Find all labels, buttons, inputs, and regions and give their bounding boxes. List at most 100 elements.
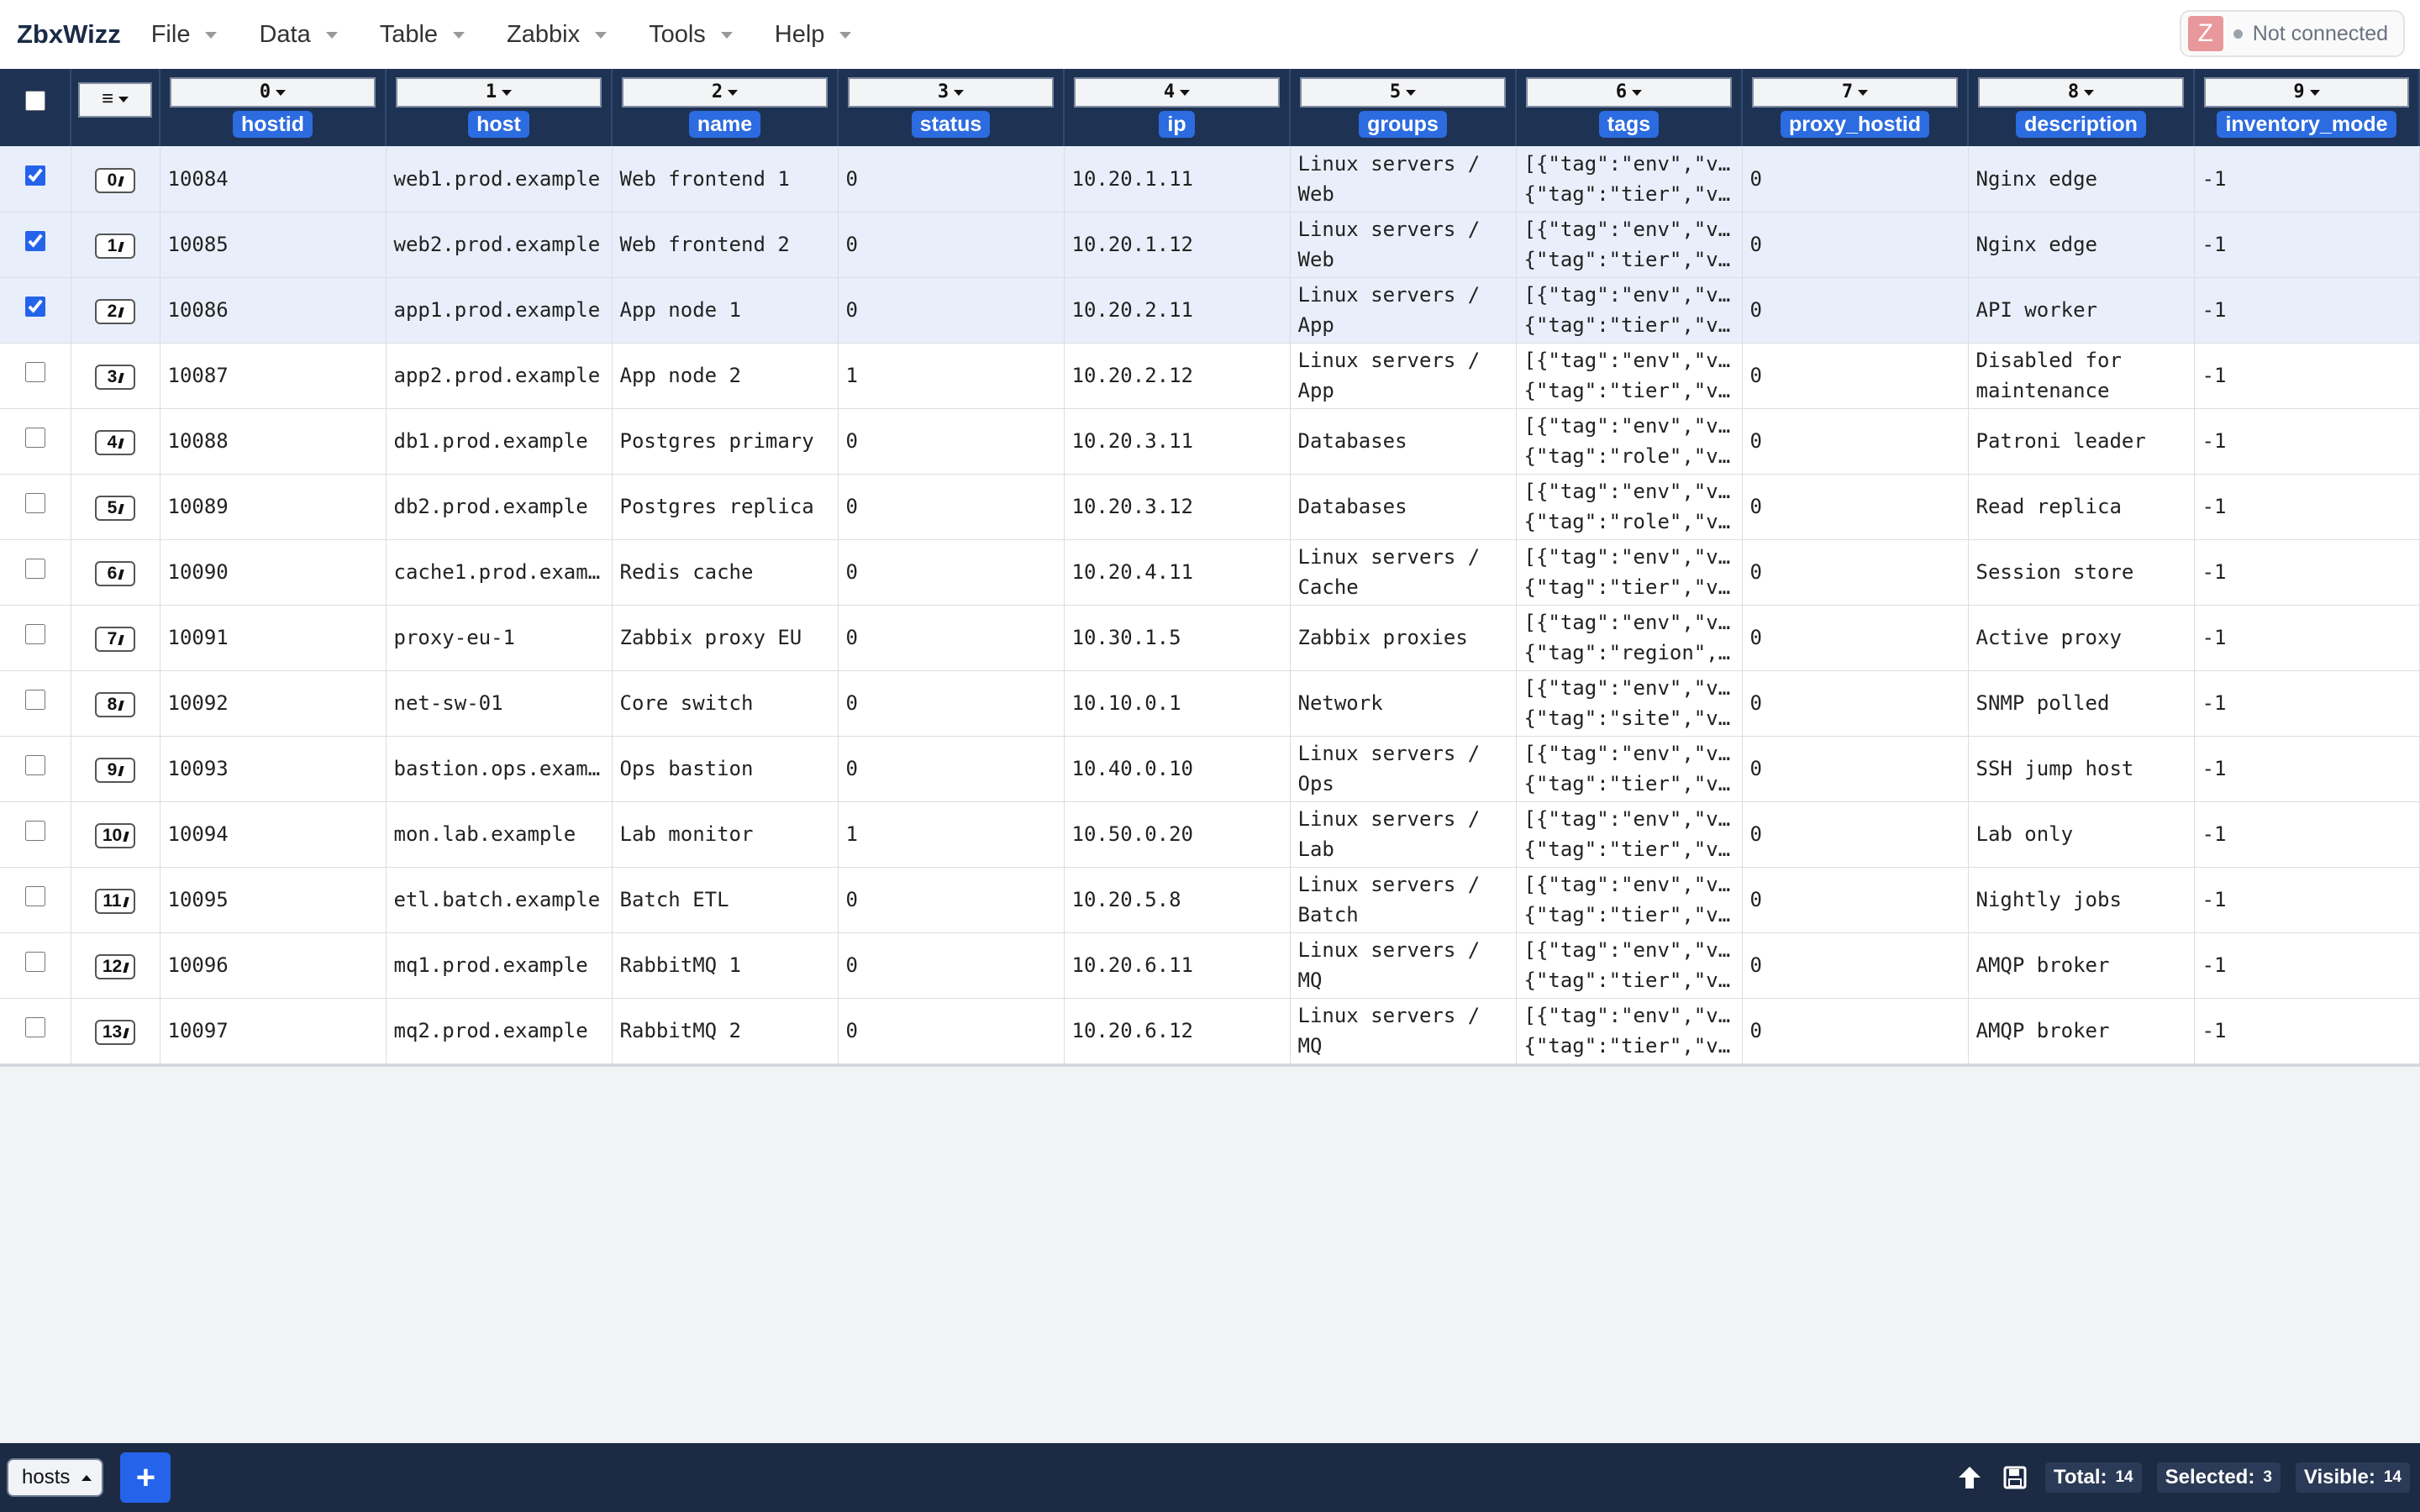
cell-status[interactable]: 0 bbox=[838, 408, 1065, 475]
row-index-button[interactable]: 8 bbox=[95, 692, 135, 717]
cell-hostid[interactable]: 10090 bbox=[160, 539, 387, 606]
row-index-button[interactable]: 2 bbox=[95, 299, 135, 324]
sheet-tab-hosts[interactable]: hosts bbox=[7, 1458, 104, 1497]
row-index-button[interactable]: 4 bbox=[95, 430, 135, 455]
column-menu-button[interactable]: 9 bbox=[2203, 77, 2410, 108]
cell-description[interactable]: Nginx edge bbox=[1968, 212, 2195, 278]
cell-groups[interactable]: Linux servers / Ops bbox=[1290, 736, 1517, 802]
cell-host[interactable]: web1.prod.example bbox=[386, 146, 613, 213]
cell-tags[interactable]: [{"tag":"env","v… {"tag":"tier","v… bbox=[1516, 146, 1743, 213]
cell-status[interactable]: 0 bbox=[838, 998, 1065, 1064]
cell-tags[interactable]: [{"tag":"env","v… {"tag":"tier","v… bbox=[1516, 736, 1743, 802]
cell-ip[interactable]: 10.20.1.12 bbox=[1064, 212, 1291, 278]
cell-name[interactable]: RabbitMQ 1 bbox=[612, 932, 839, 999]
cell-groups[interactable]: Linux servers / App bbox=[1290, 343, 1517, 409]
cell-proxy_hostid[interactable]: 0 bbox=[1742, 408, 1969, 475]
column-menu-button[interactable]: 0 bbox=[169, 77, 376, 108]
cell-status[interactable]: 0 bbox=[838, 277, 1065, 344]
column-menu-button[interactable]: 2 bbox=[621, 77, 829, 108]
menu-table[interactable]: Table bbox=[380, 21, 466, 49]
column-name[interactable]: host bbox=[468, 111, 529, 138]
column-menu-button[interactable]: 1 bbox=[395, 77, 602, 108]
row-index-button[interactable]: 13 bbox=[95, 1020, 135, 1045]
cell-groups[interactable]: Linux servers / MQ bbox=[1290, 998, 1517, 1064]
cell-description[interactable]: SSH jump host bbox=[1968, 736, 2195, 802]
cell-description[interactable]: Session store bbox=[1968, 539, 2195, 606]
cell-proxy_hostid[interactable]: 0 bbox=[1742, 605, 1969, 671]
cell-tags[interactable]: [{"tag":"env","v… {"tag":"tier","v… bbox=[1516, 932, 1743, 999]
column-name[interactable]: hostid bbox=[233, 111, 313, 138]
cell-tags[interactable]: [{"tag":"env","v… {"tag":"role","v… bbox=[1516, 408, 1743, 475]
cell-status[interactable]: 0 bbox=[838, 867, 1065, 933]
cell-ip[interactable]: 10.20.2.11 bbox=[1064, 277, 1291, 344]
cell-proxy_hostid[interactable]: 0 bbox=[1742, 998, 1969, 1064]
cell-hostid[interactable]: 10087 bbox=[160, 343, 387, 409]
cell-host[interactable]: db2.prod.example bbox=[386, 474, 613, 540]
cell-description[interactable]: AMQP broker bbox=[1968, 998, 2195, 1064]
cell-inventory_mode[interactable]: -1 bbox=[2194, 867, 2420, 933]
cell-description[interactable]: Disabled for maintenance bbox=[1968, 343, 2195, 409]
cell-groups[interactable]: Linux servers / App bbox=[1290, 277, 1517, 344]
cell-hostid[interactable]: 10093 bbox=[160, 736, 387, 802]
select-all-checkbox[interactable] bbox=[24, 91, 45, 111]
row-index-button[interactable]: 12 bbox=[95, 954, 135, 979]
cell-tags[interactable]: [{"tag":"env","v… {"tag":"role","v… bbox=[1516, 474, 1743, 540]
cell-groups[interactable]: Databases bbox=[1290, 408, 1517, 475]
cell-description[interactable]: Lab only bbox=[1968, 801, 2195, 868]
cell-groups[interactable]: Linux servers / Lab bbox=[1290, 801, 1517, 868]
cell-description[interactable]: Read replica bbox=[1968, 474, 2195, 540]
cell-inventory_mode[interactable]: -1 bbox=[2194, 343, 2420, 409]
cell-host[interactable]: proxy-eu-1 bbox=[386, 605, 613, 671]
column-name[interactable]: inventory_mode bbox=[2217, 111, 2396, 138]
row-checkbox[interactable] bbox=[24, 362, 45, 382]
cell-ip[interactable]: 10.40.0.10 bbox=[1064, 736, 1291, 802]
cell-status[interactable]: 1 bbox=[838, 343, 1065, 409]
cell-inventory_mode[interactable]: -1 bbox=[2194, 605, 2420, 671]
cell-name[interactable]: Web frontend 2 bbox=[612, 212, 839, 278]
row-index-button[interactable]: 5 bbox=[95, 496, 135, 521]
column-menu-button[interactable]: 8 bbox=[1977, 77, 2185, 108]
cell-name[interactable]: App node 1 bbox=[612, 277, 839, 344]
column-menu-button[interactable]: 6 bbox=[1525, 77, 1733, 108]
cell-host[interactable]: app2.prod.example bbox=[386, 343, 613, 409]
cell-groups[interactable]: Linux servers / Batch bbox=[1290, 867, 1517, 933]
cell-ip[interactable]: 10.20.5.8 bbox=[1064, 867, 1291, 933]
row-checkbox[interactable] bbox=[24, 559, 45, 579]
cell-hostid[interactable]: 10096 bbox=[160, 932, 387, 999]
cell-tags[interactable]: [{"tag":"env","v… {"tag":"tier","v… bbox=[1516, 867, 1743, 933]
row-checkbox[interactable] bbox=[24, 690, 45, 710]
cell-name[interactable]: Postgres replica bbox=[612, 474, 839, 540]
cell-groups[interactable]: Databases bbox=[1290, 474, 1517, 540]
column-name[interactable]: name bbox=[688, 111, 761, 138]
cell-ip[interactable]: 10.20.1.11 bbox=[1064, 146, 1291, 213]
cell-inventory_mode[interactable]: -1 bbox=[2194, 539, 2420, 606]
row-index-button[interactable]: 10 bbox=[95, 823, 135, 848]
row-checkbox[interactable] bbox=[24, 297, 45, 317]
cell-host[interactable]: cache1.prod.exam… bbox=[386, 539, 613, 606]
cell-name[interactable]: Core switch bbox=[612, 670, 839, 737]
menu-tools[interactable]: Tools bbox=[649, 21, 733, 49]
cell-ip[interactable]: 10.50.0.20 bbox=[1064, 801, 1291, 868]
cell-host[interactable]: mq2.prod.example bbox=[386, 998, 613, 1064]
cell-name[interactable]: Web frontend 1 bbox=[612, 146, 839, 213]
row-index-button[interactable]: 9 bbox=[95, 758, 135, 783]
menu-file[interactable]: File bbox=[151, 21, 218, 49]
cell-status[interactable]: 0 bbox=[838, 932, 1065, 999]
cell-ip[interactable]: 10.20.3.11 bbox=[1064, 408, 1291, 475]
row-checkbox[interactable] bbox=[24, 165, 45, 186]
cell-inventory_mode[interactable]: -1 bbox=[2194, 801, 2420, 868]
cell-description[interactable]: Active proxy bbox=[1968, 605, 2195, 671]
cell-inventory_mode[interactable]: -1 bbox=[2194, 408, 2420, 475]
cell-proxy_hostid[interactable]: 0 bbox=[1742, 736, 1969, 802]
connection-status[interactable]: Z Not connected bbox=[2179, 10, 2405, 57]
cell-groups[interactable]: Network bbox=[1290, 670, 1517, 737]
row-checkbox[interactable] bbox=[24, 624, 45, 644]
cell-status[interactable]: 1 bbox=[838, 801, 1065, 868]
column-name[interactable]: proxy_hostid bbox=[1781, 111, 1929, 138]
save-icon[interactable] bbox=[2000, 1462, 2030, 1493]
row-checkbox[interactable] bbox=[24, 231, 45, 251]
cell-proxy_hostid[interactable]: 0 bbox=[1742, 343, 1969, 409]
cell-host[interactable]: etl.batch.example bbox=[386, 867, 613, 933]
cell-hostid[interactable]: 10095 bbox=[160, 867, 387, 933]
cell-ip[interactable]: 10.20.3.12 bbox=[1064, 474, 1291, 540]
